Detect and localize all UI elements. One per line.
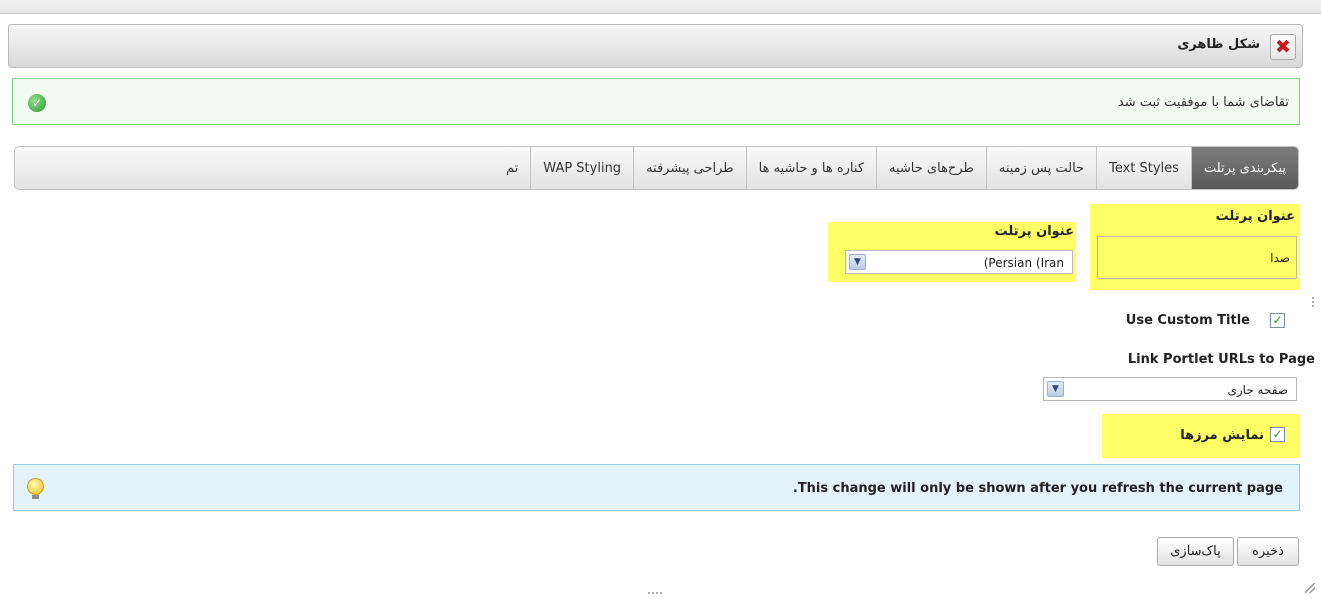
dialog-title: شکل ظاهری [1177, 37, 1260, 52]
link-urls-select[interactable]: صفحه جاری ▼ [1043, 377, 1297, 401]
info-message: .This change will only be shown after yo… [792, 481, 1283, 496]
tab-border-styles[interactable]: طرح‌های حاشیه [876, 147, 986, 189]
link-urls-select-value: صفحه جاری [1227, 383, 1288, 397]
language-select[interactable]: (Persian (Iran ▼ [845, 250, 1073, 274]
portlet-title-input[interactable] [1097, 236, 1297, 279]
check-circle-icon: ✓ [28, 94, 46, 112]
tab-background-styles[interactable]: حالت پس زمینه [985, 147, 1096, 189]
show-borders-checkbox[interactable]: ✓ [1270, 427, 1285, 442]
tab-advanced-styling[interactable]: طراحی پیشرفته [633, 147, 746, 189]
language-select-value: (Persian (Iran [983, 256, 1064, 270]
tab-text-styles[interactable]: Text Styles [1096, 147, 1191, 189]
show-borders-label: نمایش مرزها [1180, 428, 1264, 443]
tab-portlet-configuration[interactable]: پیکربندی پرتلت [1190, 147, 1298, 189]
success-message-box: تقاضای شما با موفقیت ثبت شد ✓ [12, 78, 1300, 125]
tab-wap-styling[interactable]: WAP Styling [530, 147, 633, 189]
background-toolbar-strip [0, 0, 1321, 14]
success-message: تقاضای شما با موفقیت ثبت شد [1117, 95, 1289, 110]
language-label: عنوان پرتلت [994, 224, 1074, 239]
use-custom-title-label: Use Custom Title [1125, 313, 1250, 328]
close-icon[interactable]: ✖ [1270, 34, 1296, 60]
resize-handle-dots [1312, 297, 1314, 307]
chevron-down-icon: ▼ [849, 254, 866, 270]
portlet-title-label: عنوان پرتلت [1215, 209, 1295, 224]
tab-margin-and-padding[interactable]: کناره ها و حاشیه ها [745, 147, 876, 189]
resize-grip-icon[interactable] [1305, 583, 1315, 593]
info-message-box: .This change will only be shown after yo… [13, 464, 1300, 511]
tab-bar: پیکربندی پرتلت Text Styles حالت پس زمینه… [14, 146, 1299, 190]
save-button[interactable]: ذخیره [1237, 537, 1299, 566]
dialog-titlebar: شکل ظاهری ✖ [8, 24, 1303, 68]
chevron-down-icon: ▼ [1047, 381, 1064, 397]
reset-button[interactable]: پاک‌سازی [1157, 537, 1234, 566]
use-custom-title-checkbox[interactable]: ✓ [1270, 313, 1285, 328]
lightbulb-icon [27, 478, 44, 499]
tab-theme[interactable]: تم [494, 147, 530, 189]
splitter-dots [648, 592, 662, 594]
link-urls-label: Link Portlet URLs to Page [1127, 352, 1315, 367]
